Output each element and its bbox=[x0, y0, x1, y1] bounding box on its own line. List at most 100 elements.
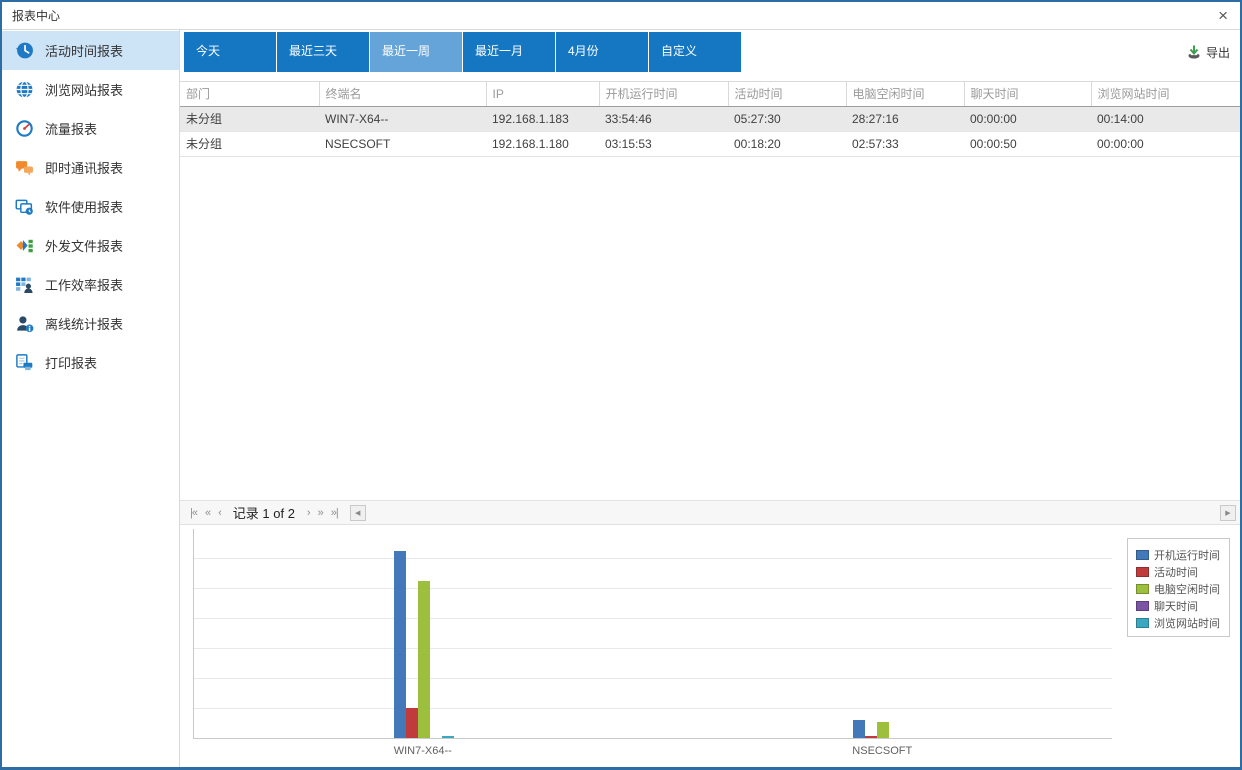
efficiency-icon bbox=[14, 275, 34, 295]
table-header-row: 部门终端名IP开机运行时间活动时间电脑空闲时间聊天时间浏览网站时间 bbox=[180, 82, 1240, 106]
chart-bar[interactable] bbox=[394, 551, 406, 738]
column-header[interactable]: 电脑空闲时间 bbox=[846, 82, 964, 106]
legend-label: 浏览网站时间 bbox=[1154, 615, 1220, 631]
table-cell: WIN7-X64-- bbox=[319, 106, 486, 131]
table-cell: 33:54:46 bbox=[599, 106, 728, 131]
report-center-window: 报表中心 × 活动时间报表浏览网站报表流量报表即时通讯报表软件使用报表外发文件报… bbox=[0, 0, 1242, 770]
table-cell: 00:14:00 bbox=[1091, 106, 1240, 131]
sidebar-item-label: 流量报表 bbox=[45, 119, 97, 138]
sidebar-item-label: 活动时间报表 bbox=[45, 41, 123, 60]
legend-item: 浏览网站时间 bbox=[1136, 614, 1220, 631]
tab-last-3days[interactable]: 最近三天 bbox=[277, 32, 369, 72]
table-row[interactable]: 未分组NSECSOFT192.168.1.18003:15:5300:18:20… bbox=[180, 131, 1240, 156]
sidebar-item-offline-stats-report[interactable]: 离线统计报表 bbox=[2, 304, 179, 343]
legend-item: 聊天时间 bbox=[1136, 597, 1220, 614]
chart-bar[interactable] bbox=[865, 736, 877, 738]
sidebar-item-browse-website-report[interactable]: 浏览网站报表 bbox=[2, 70, 179, 109]
sidebar-item-label: 浏览网站报表 bbox=[45, 80, 123, 99]
x-axis-label: WIN7-X64-- bbox=[394, 745, 452, 757]
sidebar-item-label: 离线统计报表 bbox=[45, 314, 123, 333]
bar-group-NSECSOFT bbox=[853, 720, 913, 738]
chart-bar[interactable] bbox=[406, 708, 418, 738]
next-page-icon[interactable]: › bbox=[303, 507, 314, 519]
sidebar-item-software-usage-report[interactable]: 软件使用报表 bbox=[2, 187, 179, 226]
tab-last-week[interactable]: 最近一周 bbox=[370, 32, 462, 72]
bar-group-WIN7-X64-- bbox=[394, 551, 454, 738]
table-cell: 02:57:33 bbox=[846, 131, 964, 156]
sidebar-item-label: 工作效率报表 bbox=[45, 275, 123, 294]
first-page-icon[interactable]: |« bbox=[186, 507, 201, 519]
prev-page-icon[interactable]: ‹ bbox=[214, 507, 225, 519]
table-cell: 00:00:00 bbox=[1091, 131, 1240, 156]
fast-prev-page-icon[interactable]: « bbox=[201, 507, 214, 519]
legend-swatch bbox=[1136, 567, 1149, 577]
tab-today[interactable]: 今天 bbox=[184, 32, 276, 72]
legend-swatch bbox=[1136, 584, 1149, 594]
table-cell: 00:00:50 bbox=[964, 131, 1091, 156]
chart-bar[interactable] bbox=[442, 736, 454, 738]
chart-legend: 开机运行时间活动时间电脑空闲时间聊天时间浏览网站时间 bbox=[1127, 538, 1230, 637]
sidebar: 活动时间报表浏览网站报表流量报表即时通讯报表软件使用报表外发文件报表工作效率报表… bbox=[2, 30, 180, 767]
legend-label: 活动时间 bbox=[1154, 564, 1198, 580]
content-area: 今天最近三天最近一周最近一月4月份自定义 导出 部门 bbox=[180, 30, 1240, 767]
chart-plot-area bbox=[193, 529, 1112, 739]
sidebar-item-label: 外发文件报表 bbox=[45, 236, 123, 255]
software-icon bbox=[14, 197, 34, 217]
table-cell: 03:15:53 bbox=[599, 131, 728, 156]
activity-time-bar-chart: 开机运行时间活动时间电脑空闲时间聊天时间浏览网站时间 WIN7-X64-- NSE… bbox=[180, 525, 1240, 767]
scroll-right-icon[interactable]: ▶ bbox=[1220, 505, 1236, 521]
column-header[interactable]: 部门 bbox=[180, 82, 319, 106]
sidebar-item-instant-messaging-report[interactable]: 即时通讯报表 bbox=[2, 148, 179, 187]
sidebar-item-label: 软件使用报表 bbox=[45, 197, 123, 216]
export-button[interactable]: 导出 bbox=[1186, 42, 1230, 62]
column-header[interactable]: 浏览网站时间 bbox=[1091, 82, 1240, 106]
table-cell: 05:27:30 bbox=[728, 106, 846, 131]
sidebar-item-label: 即时通讯报表 bbox=[45, 158, 123, 177]
legend-label: 开机运行时间 bbox=[1154, 547, 1220, 563]
legend-item: 活动时间 bbox=[1136, 563, 1220, 580]
legend-item: 电脑空闲时间 bbox=[1136, 580, 1220, 597]
report-table: 部门终端名IP开机运行时间活动时间电脑空闲时间聊天时间浏览网站时间 未分组WIN… bbox=[180, 81, 1240, 157]
sidebar-item-print-report[interactable]: 打印报表 bbox=[2, 343, 179, 382]
table-row[interactable]: 未分组WIN7-X64--192.168.1.18333:54:4605:27:… bbox=[180, 106, 1240, 131]
chart-bar[interactable] bbox=[877, 722, 889, 738]
table-cell: 未分组 bbox=[180, 106, 319, 131]
table-cell: 192.168.1.180 bbox=[486, 131, 599, 156]
gauge-icon bbox=[14, 119, 34, 139]
column-header[interactable]: 活动时间 bbox=[728, 82, 846, 106]
outgoing-files-icon bbox=[14, 236, 34, 256]
chart-bar[interactable] bbox=[418, 581, 430, 738]
table-cell: NSECSOFT bbox=[319, 131, 486, 156]
x-axis-label: NSECSOFT bbox=[852, 745, 912, 757]
window-title: 报表中心 bbox=[12, 7, 60, 24]
last-page-icon[interactable]: »| bbox=[327, 507, 342, 519]
fast-next-page-icon[interactable]: » bbox=[314, 507, 327, 519]
history-icon bbox=[14, 41, 34, 61]
sidebar-item-label: 打印报表 bbox=[45, 353, 97, 372]
main-area: 活动时间报表浏览网站报表流量报表即时通讯报表软件使用报表外发文件报表工作效率报表… bbox=[2, 30, 1240, 767]
date-range-tabs: 今天最近三天最近一周最近一月4月份自定义 导出 bbox=[180, 30, 1240, 81]
chart-bar[interactable] bbox=[853, 720, 865, 738]
column-header[interactable]: 终端名 bbox=[319, 82, 486, 106]
export-label: 导出 bbox=[1206, 44, 1230, 61]
legend-label: 电脑空闲时间 bbox=[1154, 581, 1220, 597]
sidebar-item-work-efficiency-report[interactable]: 工作效率报表 bbox=[2, 265, 179, 304]
close-icon[interactable]: × bbox=[1218, 7, 1228, 24]
tab-last-month[interactable]: 最近一月 bbox=[463, 32, 555, 72]
tab-april[interactable]: 4月份 bbox=[556, 32, 648, 72]
tab-custom[interactable]: 自定义 bbox=[649, 32, 741, 72]
chat-icon bbox=[14, 158, 34, 178]
pagination-bar: |« « ‹ 记录 1 of 2 › » »| ◀ ▶ bbox=[180, 500, 1240, 525]
table-cell: 28:27:16 bbox=[846, 106, 964, 131]
column-header[interactable]: 聊天时间 bbox=[964, 82, 1091, 106]
column-header[interactable]: IP bbox=[486, 82, 599, 106]
legend-item: 开机运行时间 bbox=[1136, 546, 1220, 563]
table-cell: 00:18:20 bbox=[728, 131, 846, 156]
column-header[interactable]: 开机运行时间 bbox=[599, 82, 728, 106]
sidebar-item-outgoing-files-report[interactable]: 外发文件报表 bbox=[2, 226, 179, 265]
scroll-left-icon[interactable]: ◀ bbox=[350, 505, 366, 521]
sidebar-item-traffic-report[interactable]: 流量报表 bbox=[2, 109, 179, 148]
sidebar-item-activity-time-report[interactable]: 活动时间报表 bbox=[2, 31, 179, 70]
table-cell: 00:00:00 bbox=[964, 106, 1091, 131]
legend-swatch bbox=[1136, 618, 1149, 628]
